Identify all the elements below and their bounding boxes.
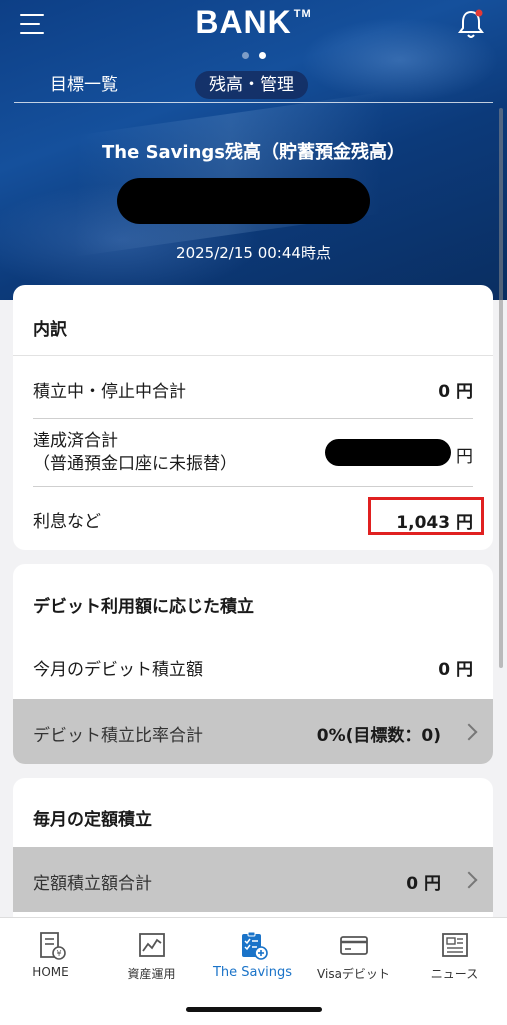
tab-home-label: HOME <box>32 965 69 979</box>
monthly-debit-value: 0 円 <box>438 660 473 680</box>
news-icon <box>440 930 470 960</box>
tab-news-label: ニュース <box>430 967 479 981</box>
savings-checklist-icon <box>238 930 268 960</box>
debit-ratio-row[interactable]: デビット積立比率合計 0%(目標数：0) <box>13 699 493 764</box>
breakdown-card: 内訳 積立中・停止中合計 0 円 達成済合計 （普通預金口座に未振替） 円 利息… <box>13 285 493 550</box>
chevron-right-icon <box>460 723 478 741</box>
updated-timestamp: 2025/2/15 00:44時点 <box>176 244 331 262</box>
debit-savings-card: デビット利用額に応じた積立 今月のデビット積立額 0 円 デビット積立比率合計 … <box>13 564 493 764</box>
interest-label: 利息など <box>33 512 101 532</box>
fixed-total-row[interactable]: 定額積立額合計 0 円 <box>13 847 493 912</box>
home-indicator <box>186 1007 322 1012</box>
interest-value: 1,043 円 <box>396 513 473 533</box>
divider <box>33 418 473 419</box>
tab-goal-list[interactable]: 目標一覧 <box>50 71 118 99</box>
tab-the-savings-label: The Savings <box>212 965 293 980</box>
page-indicator <box>0 52 507 59</box>
divider <box>33 486 473 487</box>
home-receipt-icon: ¥ <box>36 930 66 960</box>
hero-banner: BANK TM 目標一覧 残高・管理 The Savings残高（貯蓄預金残高） … <box>0 0 507 300</box>
achieved-unit: 円 <box>456 447 473 467</box>
balance-title: The Savings残高（貯蓄預金残高） <box>102 142 405 163</box>
breakdown-title: 内訳 <box>33 320 67 340</box>
bell-icon[interactable] <box>456 8 486 40</box>
chevron-right-icon <box>460 871 478 889</box>
card-icon <box>339 930 369 960</box>
fixed-savings-card: 毎月の定額積立 定額積立額合計 0 円 <box>13 778 493 928</box>
debit-ratio-label: デビット積立比率合計 <box>33 726 203 746</box>
divider <box>13 355 493 356</box>
debit-ratio-value: 0%(目標数：0) <box>316 726 441 746</box>
achieved-total-label: 達成済合計 （普通預金口座に未振替） <box>33 431 237 474</box>
fixed-total-value: 0 円 <box>406 874 441 894</box>
tab-visa-debit-label: Visaデビット <box>317 967 390 981</box>
saving-total-label: 積立中・停止中合計 <box>33 382 186 402</box>
tab-divider <box>14 102 493 103</box>
svg-text:¥: ¥ <box>56 949 61 958</box>
tab-assets-label: 資産運用 <box>127 967 176 981</box>
scrollbar[interactable] <box>499 108 503 668</box>
redacted-balance <box>117 178 370 224</box>
fixed-title: 毎月の定額積立 <box>33 810 152 830</box>
fixed-total-label: 定額積立額合計 <box>33 874 152 894</box>
monthly-debit-label: 今月のデビット積立額 <box>33 660 203 680</box>
saving-total-value: 0 円 <box>438 382 473 402</box>
tab-balance-management[interactable]: 残高・管理 <box>195 71 308 99</box>
notification-dot <box>475 9 483 17</box>
redacted-achieved-value <box>325 439 451 466</box>
debit-title: デビット利用額に応じた積立 <box>33 597 254 617</box>
brand-logo: BANK TM <box>195 4 312 40</box>
chart-icon <box>137 930 167 960</box>
